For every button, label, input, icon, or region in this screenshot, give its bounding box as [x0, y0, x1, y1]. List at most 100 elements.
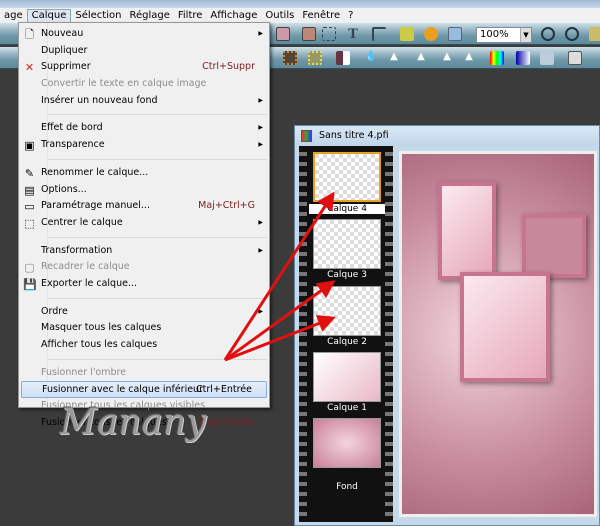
- zoom-out-icon[interactable]: [565, 27, 579, 41]
- menu-item-label: Ordre: [41, 305, 68, 317]
- text-tool-icon[interactable]: T: [346, 27, 360, 42]
- landscape-icon[interactable]: ▲: [414, 51, 428, 65]
- menu-item-ordre[interactable]: Ordre ▶: [19, 304, 269, 321]
- fit-image-icon[interactable]: [589, 27, 600, 41]
- menu-item-effet-de-bord[interactable]: Effet de bord ▶: [19, 120, 269, 137]
- menu-item-label: Centrer le calque: [41, 216, 123, 228]
- menu-item-label: Transformation: [41, 244, 113, 256]
- document-window: Sans titre 4.pfi Calque 4 Calque 3 Calqu…: [294, 125, 600, 526]
- columns-icon[interactable]: [568, 51, 582, 65]
- image-frame: [438, 182, 496, 280]
- menu-item-exporter-le-calque[interactable]: 💾 Exporter le calque...: [19, 276, 269, 293]
- document-icon: [301, 130, 312, 142]
- rainbow-gradient-icon[interactable]: [490, 51, 504, 65]
- crop-icon: ▢: [24, 261, 35, 275]
- menu-reglage[interactable]: Réglage: [125, 9, 173, 23]
- calque-dropdown-menu: 🗋 Nouveau ▶ Dupliquer ✕ Supprimer Ctrl+Suppr Co…: [18, 22, 270, 428]
- layer-thumb-calque-2[interactable]: [313, 286, 381, 336]
- image-frame: [522, 214, 586, 278]
- menu-separator: [47, 158, 267, 160]
- layer-tool-icon[interactable]: [276, 27, 290, 41]
- tree-icon[interactable]: [400, 27, 414, 41]
- center-icon: ⬚: [24, 216, 35, 230]
- menu-item-label: Nouveau: [41, 28, 84, 39]
- save-disk-icon: 💾: [23, 277, 37, 291]
- mosaic2-icon[interactable]: [308, 51, 322, 65]
- layer-label[interactable]: Calque 2: [309, 337, 385, 347]
- layer-label[interactable]: Fond: [309, 482, 385, 492]
- zoom-in-icon[interactable]: [541, 27, 555, 41]
- layer-thumb-calque-3[interactable]: [313, 219, 381, 269]
- document-title-bar: Sans titre 4.pfi: [295, 126, 599, 146]
- contrast-icon[interactable]: [336, 51, 350, 65]
- submenu-arrow-icon: ▶: [258, 30, 263, 37]
- cones-icon[interactable]: ▲: [462, 51, 476, 65]
- layers-panel: Calque 4 Calque 3 Calque 2 Calque 1 Fond: [299, 146, 393, 522]
- menu-item-label: Renommer le calque...: [41, 166, 149, 178]
- selection-icon[interactable]: [322, 27, 336, 41]
- menu-item-label: Effet de bord: [41, 122, 103, 134]
- menu-item-label: Insérer un nouveau fond: [41, 94, 158, 106]
- menu-item-paramétrage-manuel[interactable]: ▭ Paramétrage manuel... Maj+Ctrl+G: [19, 198, 269, 215]
- window-icon[interactable]: [448, 27, 462, 41]
- menu-outils[interactable]: Outils: [261, 9, 298, 23]
- menu-image[interactable]: age: [0, 9, 27, 23]
- image-canvas[interactable]: [399, 151, 597, 517]
- menu-item-afficher-tous-les-calques[interactable]: Afficher tous les calques: [19, 337, 269, 354]
- menu-fenetre[interactable]: Fenêtre: [298, 9, 344, 23]
- menu-filtre[interactable]: Filtre: [174, 9, 207, 23]
- menu-item-label: Fusionner l'ombre: [41, 366, 127, 378]
- menu-item-transformation[interactable]: Transformation ▶: [19, 243, 269, 260]
- chevron-down-icon[interactable]: ▼: [520, 28, 531, 42]
- rename-icon: ✎: [24, 166, 35, 180]
- film-holes: [385, 146, 393, 522]
- menu-item-label: Dupliquer: [41, 44, 88, 56]
- menu-item-label: Paramétrage manuel...: [41, 200, 150, 212]
- menu-item-fusionner-avec-le-calque-inférieur[interactable]: Fusionner avec le calque inférieur Ctrl+E…: [21, 381, 267, 399]
- menu-item-centrer-le-calque[interactable]: ⬚ Centrer le calque ▶: [19, 215, 269, 232]
- layer-thumb-fond[interactable]: [313, 418, 381, 468]
- path-tool-icon[interactable]: [372, 27, 386, 41]
- submenu-arrow-icon: ▶: [258, 307, 263, 315]
- zoom-select[interactable]: 100% ▼: [476, 27, 532, 43]
- layer-tool2-icon[interactable]: [302, 27, 316, 41]
- cone-icon[interactable]: ▲: [440, 51, 454, 65]
- menu-item-label: Recadrer le calque: [41, 261, 130, 273]
- layer-thumb-calque-4[interactable]: [313, 152, 381, 202]
- blue-gradient-icon[interactable]: [516, 51, 530, 65]
- menu-item-dupliquer[interactable]: Dupliquer: [19, 43, 269, 60]
- options-icon: ▤: [24, 183, 35, 197]
- menu-item-fusionner-l-ombre[interactable]: Fusionner l'ombre: [19, 365, 269, 382]
- menu-item-renommer-le-calque[interactable]: ✎ Renommer le calque...: [19, 165, 269, 182]
- menu-calque[interactable]: Calque: [26, 8, 72, 23]
- menu-separator: [47, 114, 267, 116]
- mosaic-icon[interactable]: [283, 51, 297, 65]
- menu-item-masquer-tous-les-calques[interactable]: Masquer tous les calques: [19, 320, 269, 337]
- drop-icon[interactable]: 💧: [364, 51, 378, 65]
- menu-separator: [47, 236, 267, 238]
- menu-item-transparence[interactable]: ▣ Transparence ▶: [19, 137, 269, 154]
- menu-item-nouveau[interactable]: 🗋 Nouveau ▶: [19, 26, 269, 43]
- effects-icon[interactable]: [424, 27, 438, 41]
- menu-item-label: Afficher tous les calques: [41, 339, 158, 350]
- submenu-arrow-icon: ▶: [258, 246, 263, 254]
- menu-item-label: Exporter le calque...: [41, 277, 138, 289]
- layer-label[interactable]: Calque 3: [309, 270, 385, 280]
- menu-item-supprimer[interactable]: ✕ Supprimer Ctrl+Suppr: [19, 59, 269, 76]
- map-icon[interactable]: [540, 51, 554, 65]
- menu-help[interactable]: ?: [344, 9, 357, 23]
- manany-watermark-logo: Manany: [60, 402, 207, 443]
- submenu-arrow-icon: ▶: [258, 218, 263, 226]
- menu-item-convertir-le-texte-en-calque-image[interactable]: Convertir le texte en calque image: [19, 76, 269, 93]
- menu-item-insérer-un-nouveau-fond[interactable]: Insérer un nouveau fond ▶: [19, 93, 269, 110]
- layer-label[interactable]: Calque 4: [309, 204, 385, 214]
- menu-affichage[interactable]: Affichage: [206, 9, 261, 23]
- layer-label[interactable]: Calque 1: [309, 403, 385, 413]
- menu-item-options[interactable]: ▤ Options...: [19, 182, 269, 199]
- menu-separator: [47, 358, 267, 360]
- menu-shortcut: Ctrl+Suppr: [202, 61, 255, 73]
- drops-icon[interactable]: ▲: [387, 51, 401, 65]
- menu-item-recadrer-le-calque[interactable]: ▢ Recadrer le calque: [19, 259, 269, 276]
- menu-selection[interactable]: Sélection: [71, 9, 125, 23]
- layer-thumb-calque-1[interactable]: [313, 352, 381, 402]
